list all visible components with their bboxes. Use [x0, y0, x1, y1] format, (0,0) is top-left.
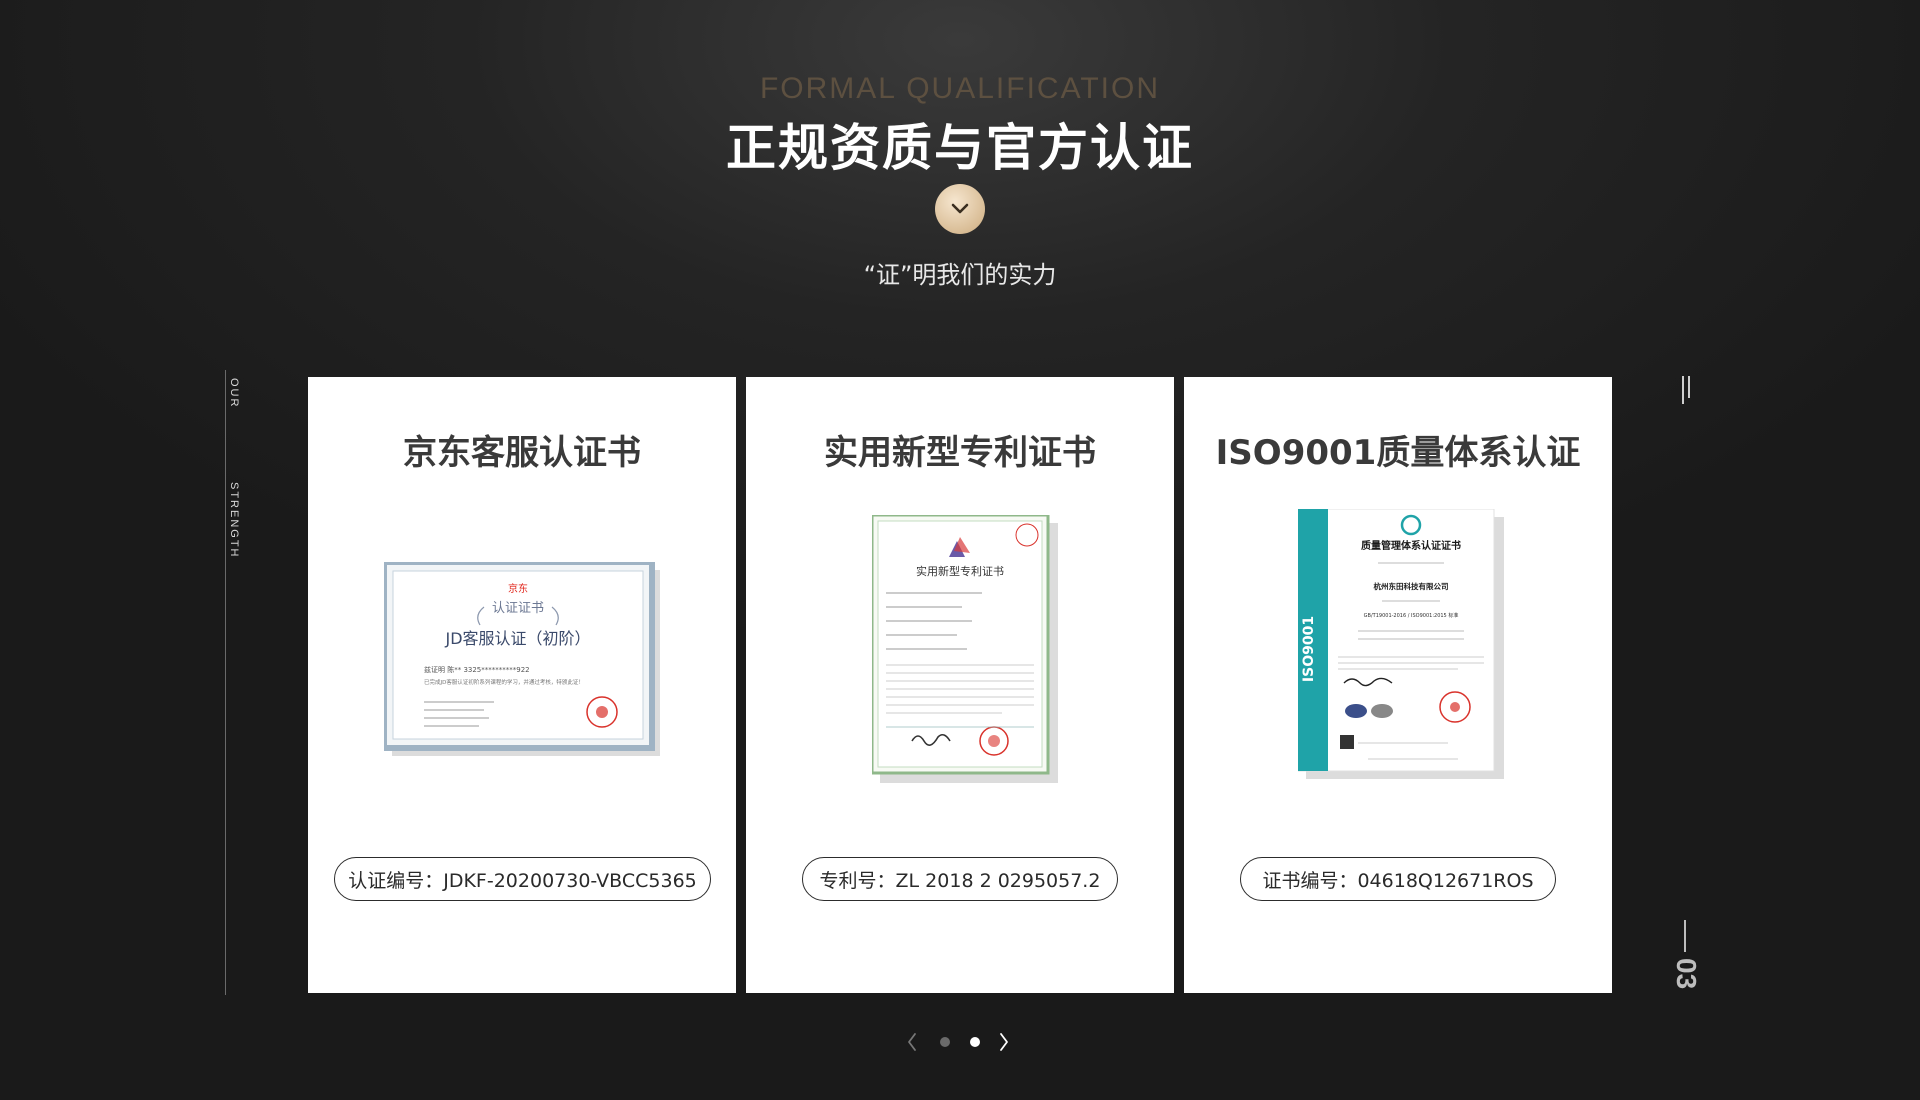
cert-heading: 实用新型专利证书 [916, 564, 1004, 578]
side-divider [225, 370, 226, 995]
patent-number-badge: 专利号：ZL 2018 2 0295057.2 [802, 857, 1118, 901]
cert-heading: 质量管理体系认证证书 [1361, 539, 1461, 552]
scroll-down-button[interactable] [935, 184, 985, 234]
certificate-number-badge: 证书编号：04618Q12671ROS [1240, 857, 1556, 901]
certificate-number-badge: 认证编号：JDKF-20200730-VBCC5365 [334, 857, 711, 901]
side-label-our: OUR [228, 378, 240, 409]
jd-certificate-image: JD客服认证（初阶） 京东 认证证书 兹证明 陈** 3325*********… [381, 559, 660, 756]
section-title: 正规资质与官方认证 [726, 119, 1194, 177]
pager-dot-1[interactable] [940, 1037, 950, 1047]
side-label-strength: STRENGTH [228, 482, 240, 559]
cert-desc: 已完成JD客服认证初阶系列课程的学习，并通过考核，特颁此证！ [424, 678, 584, 686]
cert-holder: 兹证明 陈** 3325**********922 [424, 665, 530, 674]
card-title: ISO9001质量体系认证 [1215, 433, 1581, 473]
page-number-line [1684, 920, 1686, 952]
pager-dot-2-active[interactable] [970, 1037, 980, 1047]
cert-standard: GB/T19001-2016 / ISO9001:2015 标准 [1364, 612, 1459, 619]
next-arrow-button[interactable] [994, 1030, 1014, 1054]
section-subtitle: “证”明我们的实力 [863, 261, 1057, 289]
cert-company: 杭州东田科技有限公司 [1374, 581, 1449, 591]
card-title: 实用新型专利证书 [824, 433, 1096, 473]
certificate-cards: 京东客服认证书 JD客服认证（初阶） 京东 认证证书 兹证明 陈** 3325*… [308, 377, 1612, 993]
chevron-right-icon [1000, 1033, 1008, 1051]
chevron-left-icon [908, 1033, 916, 1051]
card-jd-certificate[interactable]: 京东客服认证书 JD客服认证（初阶） 京东 认证证书 兹证明 陈** 3325*… [308, 377, 736, 993]
prev-arrow-button[interactable] [902, 1030, 922, 1054]
pause-icon[interactable] [1680, 376, 1692, 406]
page-number: 03 [1671, 958, 1702, 990]
cert-brand: 京东 [508, 582, 528, 595]
card-title: 京东客服认证书 [403, 433, 641, 473]
iso-certificate-image: ISO9001 质量管理体系认证证书 杭州东田科技有限公司 GB/T19001-… [1297, 508, 1504, 779]
card-patent-certificate[interactable]: 实用新型专利证书 实用新型专利证书 专利号：ZL 2018 2 0295057.… [746, 377, 1174, 993]
cert-heading: 认证证书 [492, 601, 544, 616]
chevron-down-icon [951, 203, 969, 214]
carousel-pager [0, 1030, 1920, 1054]
iso-side-text: ISO9001 [1301, 616, 1317, 682]
card-iso-certificate[interactable]: ISO9001质量体系认证 ISO9001 质量管理体系认证证书 杭州东田科技有… [1184, 377, 1612, 993]
section-eyebrow: FORMAL QUALIFICATION [759, 72, 1161, 105]
patent-certificate-image: 实用新型专利证书 [870, 513, 1058, 783]
cert-name: JD客服认证（初阶） [444, 629, 590, 648]
